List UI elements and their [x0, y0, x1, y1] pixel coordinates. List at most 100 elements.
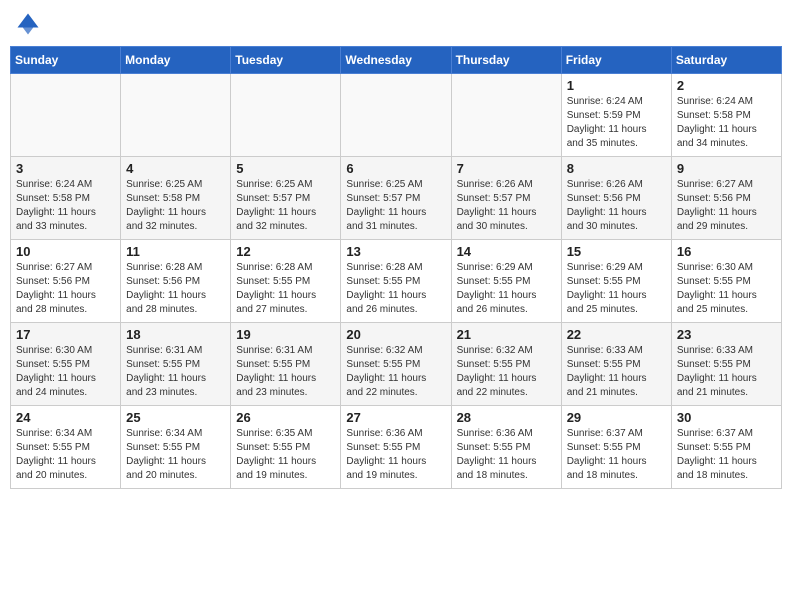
- calendar-cell: 3Sunrise: 6:24 AM Sunset: 5:58 PM Daylig…: [11, 157, 121, 240]
- calendar-cell: 25 Sunrise: 6:34 AM Sunset: 5:55 PM Dayli…: [121, 406, 231, 489]
- day-info: Sunrise: 6:37 AM Sunset: 5:55 PM Dayligh…: [567, 427, 666, 483]
- day-number: 7: [457, 161, 556, 176]
- day-info: Sunrise: 6:28 AM Sunset: 5:55 PM Dayligh…: [236, 261, 335, 317]
- calendar-cell: [11, 74, 121, 157]
- day-number: 8: [567, 161, 666, 176]
- calendar-cell: 7Sunrise: 6:26 AM Sunset: 5:57 PM Daylig…: [451, 157, 561, 240]
- calendar-cell: 29 Sunrise: 6:37 AM Sunset: 5:55 PM Dayli…: [561, 406, 671, 489]
- calendar-cell: 11Sunrise: 6:28 AM Sunset: 5:56 PM Dayli…: [121, 240, 231, 323]
- calendar-cell: 1 Sunrise: 6:24 AM Sunset: 5:59 PM Daylig…: [561, 74, 671, 157]
- calendar-header: SundayMondayTuesdayWednesdayThursdayFrid…: [11, 47, 782, 74]
- day-info: Sunrise: 6:37 AM Sunset: 5:55 PM Dayligh…: [677, 427, 776, 483]
- weekday-header-friday: Friday: [561, 47, 671, 74]
- weekday-header-saturday: Saturday: [671, 47, 781, 74]
- calendar-cell: 12 Sunrise: 6:28 AM Sunset: 5:55 PM Dayli…: [231, 240, 341, 323]
- day-number: 27: [346, 410, 445, 425]
- day-info: Sunrise: 6:30 AM Sunset: 5:55 PM Dayligh…: [16, 344, 115, 400]
- calendar-cell: 9 Sunrise: 6:27 AM Sunset: 5:56 PM Daylig…: [671, 157, 781, 240]
- calendar-cell: 17 Sunrise: 6:30 AM Sunset: 5:55 PM Dayli…: [11, 323, 121, 406]
- calendar-week-2: 3Sunrise: 6:24 AM Sunset: 5:58 PM Daylig…: [11, 157, 782, 240]
- day-number: 13: [346, 244, 445, 259]
- page-header: [10, 10, 782, 38]
- calendar-cell: 8 Sunrise: 6:26 AM Sunset: 5:56 PM Daylig…: [561, 157, 671, 240]
- calendar-cell: 18 Sunrise: 6:31 AM Sunset: 5:55 PM Dayli…: [121, 323, 231, 406]
- calendar-cell: 13Sunrise: 6:28 AM Sunset: 5:55 PM Dayli…: [341, 240, 451, 323]
- day-info: Sunrise: 6:31 AM Sunset: 5:55 PM Dayligh…: [126, 344, 225, 400]
- calendar-cell: 2 Sunrise: 6:24 AM Sunset: 5:58 PM Daylig…: [671, 74, 781, 157]
- day-number: 4: [126, 161, 225, 176]
- weekday-header-tuesday: Tuesday: [231, 47, 341, 74]
- day-info: Sunrise: 6:30 AM Sunset: 5:55 PM Dayligh…: [677, 261, 776, 317]
- calendar-cell: 16 Sunrise: 6:30 AM Sunset: 5:55 PM Dayli…: [671, 240, 781, 323]
- calendar-cell: 20 Sunrise: 6:32 AM Sunset: 5:55 PM Dayli…: [341, 323, 451, 406]
- calendar-cell: 26 Sunrise: 6:35 AM Sunset: 5:55 PM Dayli…: [231, 406, 341, 489]
- day-info: Sunrise: 6:24 AM Sunset: 5:58 PM Dayligh…: [677, 95, 776, 151]
- day-number: 11: [126, 244, 225, 259]
- day-number: 14: [457, 244, 556, 259]
- day-number: 22: [567, 327, 666, 342]
- calendar-week-1: 1 Sunrise: 6:24 AM Sunset: 5:59 PM Daylig…: [11, 74, 782, 157]
- day-info: Sunrise: 6:24 AM Sunset: 5:59 PM Dayligh…: [567, 95, 666, 151]
- day-info: Sunrise: 6:29 AM Sunset: 5:55 PM Dayligh…: [567, 261, 666, 317]
- day-info: Sunrise: 6:27 AM Sunset: 5:56 PM Dayligh…: [16, 261, 115, 317]
- calendar-cell: 19 Sunrise: 6:31 AM Sunset: 5:55 PM Dayli…: [231, 323, 341, 406]
- calendar-cell: 15 Sunrise: 6:29 AM Sunset: 5:55 PM Dayli…: [561, 240, 671, 323]
- calendar-cell: 21 Sunrise: 6:32 AM Sunset: 5:55 PM Dayli…: [451, 323, 561, 406]
- day-info: Sunrise: 6:34 AM Sunset: 5:55 PM Dayligh…: [126, 427, 225, 483]
- calendar-week-3: 10 Sunrise: 6:27 AM Sunset: 5:56 PM Dayli…: [11, 240, 782, 323]
- day-info: Sunrise: 6:33 AM Sunset: 5:55 PM Dayligh…: [677, 344, 776, 400]
- day-number: 16: [677, 244, 776, 259]
- day-info: Sunrise: 6:27 AM Sunset: 5:56 PM Dayligh…: [677, 178, 776, 234]
- logo: [14, 10, 44, 38]
- calendar-cell: [341, 74, 451, 157]
- day-number: 15: [567, 244, 666, 259]
- day-number: 30: [677, 410, 776, 425]
- calendar-cell: 23Sunrise: 6:33 AM Sunset: 5:55 PM Dayli…: [671, 323, 781, 406]
- day-info: Sunrise: 6:31 AM Sunset: 5:55 PM Dayligh…: [236, 344, 335, 400]
- weekday-header-monday: Monday: [121, 47, 231, 74]
- day-info: Sunrise: 6:36 AM Sunset: 5:55 PM Dayligh…: [457, 427, 556, 483]
- day-number: 1: [567, 78, 666, 93]
- calendar-cell: [121, 74, 231, 157]
- day-number: 5: [236, 161, 335, 176]
- calendar-week-4: 17 Sunrise: 6:30 AM Sunset: 5:55 PM Dayli…: [11, 323, 782, 406]
- day-number: 21: [457, 327, 556, 342]
- day-number: 20: [346, 327, 445, 342]
- day-info: Sunrise: 6:24 AM Sunset: 5:58 PM Dayligh…: [16, 178, 115, 234]
- day-number: 19: [236, 327, 335, 342]
- calendar-cell: 6 Sunrise: 6:25 AM Sunset: 5:57 PM Daylig…: [341, 157, 451, 240]
- day-number: 2: [677, 78, 776, 93]
- day-number: 9: [677, 161, 776, 176]
- day-info: Sunrise: 6:36 AM Sunset: 5:55 PM Dayligh…: [346, 427, 445, 483]
- day-number: 28: [457, 410, 556, 425]
- day-info: Sunrise: 6:34 AM Sunset: 5:55 PM Dayligh…: [16, 427, 115, 483]
- day-info: Sunrise: 6:29 AM Sunset: 5:55 PM Dayligh…: [457, 261, 556, 317]
- weekday-header-thursday: Thursday: [451, 47, 561, 74]
- day-info: Sunrise: 6:32 AM Sunset: 5:55 PM Dayligh…: [457, 344, 556, 400]
- day-number: 12: [236, 244, 335, 259]
- calendar-cell: 10 Sunrise: 6:27 AM Sunset: 5:56 PM Dayli…: [11, 240, 121, 323]
- day-info: Sunrise: 6:35 AM Sunset: 5:55 PM Dayligh…: [236, 427, 335, 483]
- calendar-cell: 24Sunrise: 6:34 AM Sunset: 5:55 PM Dayli…: [11, 406, 121, 489]
- weekday-row: SundayMondayTuesdayWednesdayThursdayFrid…: [11, 47, 782, 74]
- day-number: 6: [346, 161, 445, 176]
- calendar-body: 1 Sunrise: 6:24 AM Sunset: 5:59 PM Daylig…: [11, 74, 782, 489]
- day-number: 17: [16, 327, 115, 342]
- day-info: Sunrise: 6:25 AM Sunset: 5:57 PM Dayligh…: [346, 178, 445, 234]
- day-number: 29: [567, 410, 666, 425]
- day-info: Sunrise: 6:33 AM Sunset: 5:55 PM Dayligh…: [567, 344, 666, 400]
- calendar-cell: 30 Sunrise: 6:37 AM Sunset: 5:55 PM Dayli…: [671, 406, 781, 489]
- day-info: Sunrise: 6:25 AM Sunset: 5:57 PM Dayligh…: [236, 178, 335, 234]
- calendar-cell: 5 Sunrise: 6:25 AM Sunset: 5:57 PM Daylig…: [231, 157, 341, 240]
- day-number: 25: [126, 410, 225, 425]
- day-number: 10: [16, 244, 115, 259]
- day-number: 26: [236, 410, 335, 425]
- calendar-cell: [231, 74, 341, 157]
- weekday-header-sunday: Sunday: [11, 47, 121, 74]
- day-info: Sunrise: 6:26 AM Sunset: 5:56 PM Dayligh…: [567, 178, 666, 234]
- day-number: 18: [126, 327, 225, 342]
- calendar: SundayMondayTuesdayWednesdayThursdayFrid…: [10, 46, 782, 489]
- calendar-cell: 14 Sunrise: 6:29 AM Sunset: 5:55 PM Dayli…: [451, 240, 561, 323]
- day-info: Sunrise: 6:32 AM Sunset: 5:55 PM Dayligh…: [346, 344, 445, 400]
- weekday-header-wednesday: Wednesday: [341, 47, 451, 74]
